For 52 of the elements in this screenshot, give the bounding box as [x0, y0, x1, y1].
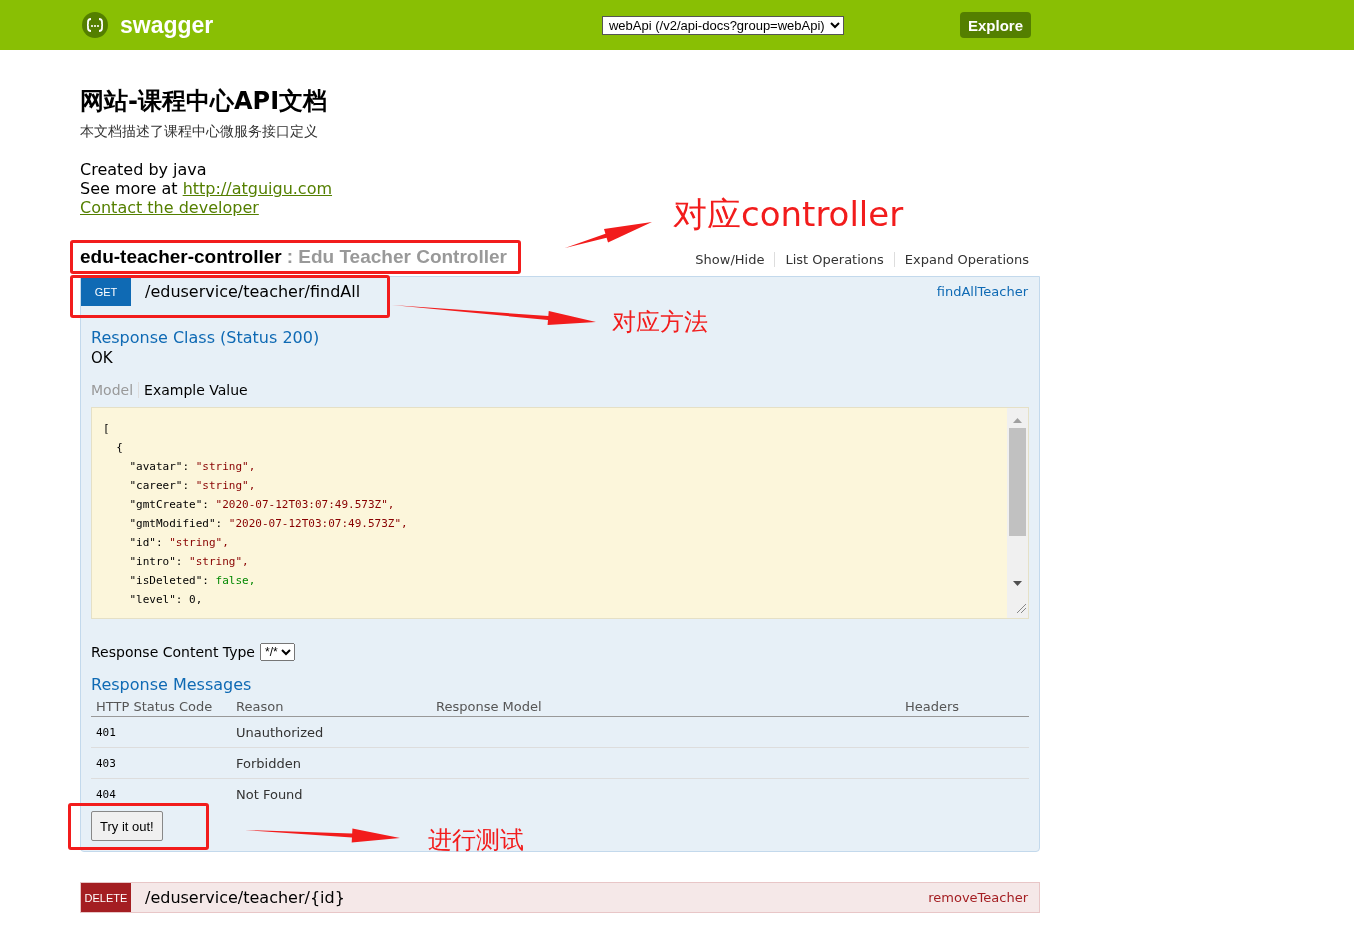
code-line: "isDeleted": false, — [128, 573, 257, 589]
see-more-label: See more at — [80, 179, 178, 198]
reason-cell: Forbidden — [231, 747, 431, 779]
section-heading: Response Class (Status 200) — [91, 328, 321, 348]
code-line: [ — [103, 421, 111, 437]
logo-text: swagger — [120, 11, 214, 39]
created-by-text: Created by java — [80, 160, 208, 179]
code-line: "gmtCreate": "2020-07-12T03:07:49.573Z", — [128, 497, 396, 513]
website-link[interactable]: http://atguigu.com — [182, 179, 333, 198]
annotation-text: 进行测试 — [428, 825, 524, 856]
controller-description: : Edu Teacher Controller — [286, 246, 507, 268]
reason-cell: Unauthorized — [231, 716, 431, 748]
column-header: Response Model — [431, 696, 900, 717]
status-code-cell: 403 — [91, 747, 231, 779]
method-badge[interactable]: DELETE — [81, 883, 131, 912]
code-line: "id": "string", — [128, 535, 230, 551]
model-tab[interactable]: Example Value — [144, 382, 253, 398]
code-line: "intro": "string", — [128, 554, 250, 570]
controller-name[interactable]: edu-teacher-controller — [80, 246, 282, 268]
arrow-icon — [565, 222, 652, 248]
resource-action-link[interactable]: List Operations — [774, 252, 894, 267]
api-select[interactable]: webApi (/v2/api-docs?group=webApi) — [601, 15, 844, 35]
content-type-select[interactable]: */* — [260, 643, 295, 661]
endpoint-path[interactable]: /eduservice/teacher/{id} — [145, 888, 345, 907]
status-code-cell: 404 — [91, 778, 231, 809]
code-line: { — [115, 440, 124, 456]
explore-button[interactable]: Explore — [959, 12, 1031, 38]
column-header: Headers — [900, 696, 1029, 717]
response-class-value: OK — [91, 348, 114, 368]
status-code-cell: 401 — [91, 716, 231, 748]
page-title: 网站-课程中心API文档 — [80, 86, 329, 116]
swagger-logo-icon — [81, 11, 109, 39]
section-heading: Response Messages — [91, 675, 253, 695]
operation-nickname[interactable]: removeTeacher — [928, 890, 1028, 905]
column-header: Reason — [231, 696, 431, 717]
reason-cell: Not Found — [231, 778, 431, 809]
code-line: "gmtModified": "2020-07-12T03:07:49.573Z", — [128, 516, 409, 532]
contact-link[interactable]: Contact the developer — [80, 198, 259, 217]
code-line: "avatar": "string", — [128, 459, 257, 475]
resource-action-link[interactable]: Show/Hide — [685, 252, 775, 267]
content-type-label: Response Content Type — [91, 644, 255, 660]
code-line: "level": 0, — [128, 592, 204, 608]
method-badge[interactable]: GET — [81, 277, 131, 306]
endpoint-path[interactable]: /eduservice/teacher/findAll — [145, 282, 361, 301]
resource-action-link[interactable]: Expand Operations — [893, 252, 1040, 267]
annotation-text: 对应方法 — [612, 307, 708, 338]
try-it-out-button[interactable]: Try it out! — [91, 811, 163, 841]
page-description: 本文档描述了课程中心微服务接口定义 — [80, 122, 319, 140]
code-line: "career": "string", — [128, 478, 257, 494]
column-header: HTTP Status Code — [91, 696, 231, 717]
annotation-text: 对应controller — [673, 193, 904, 236]
operation-nickname[interactable]: findAllTeacher — [936, 284, 1028, 299]
